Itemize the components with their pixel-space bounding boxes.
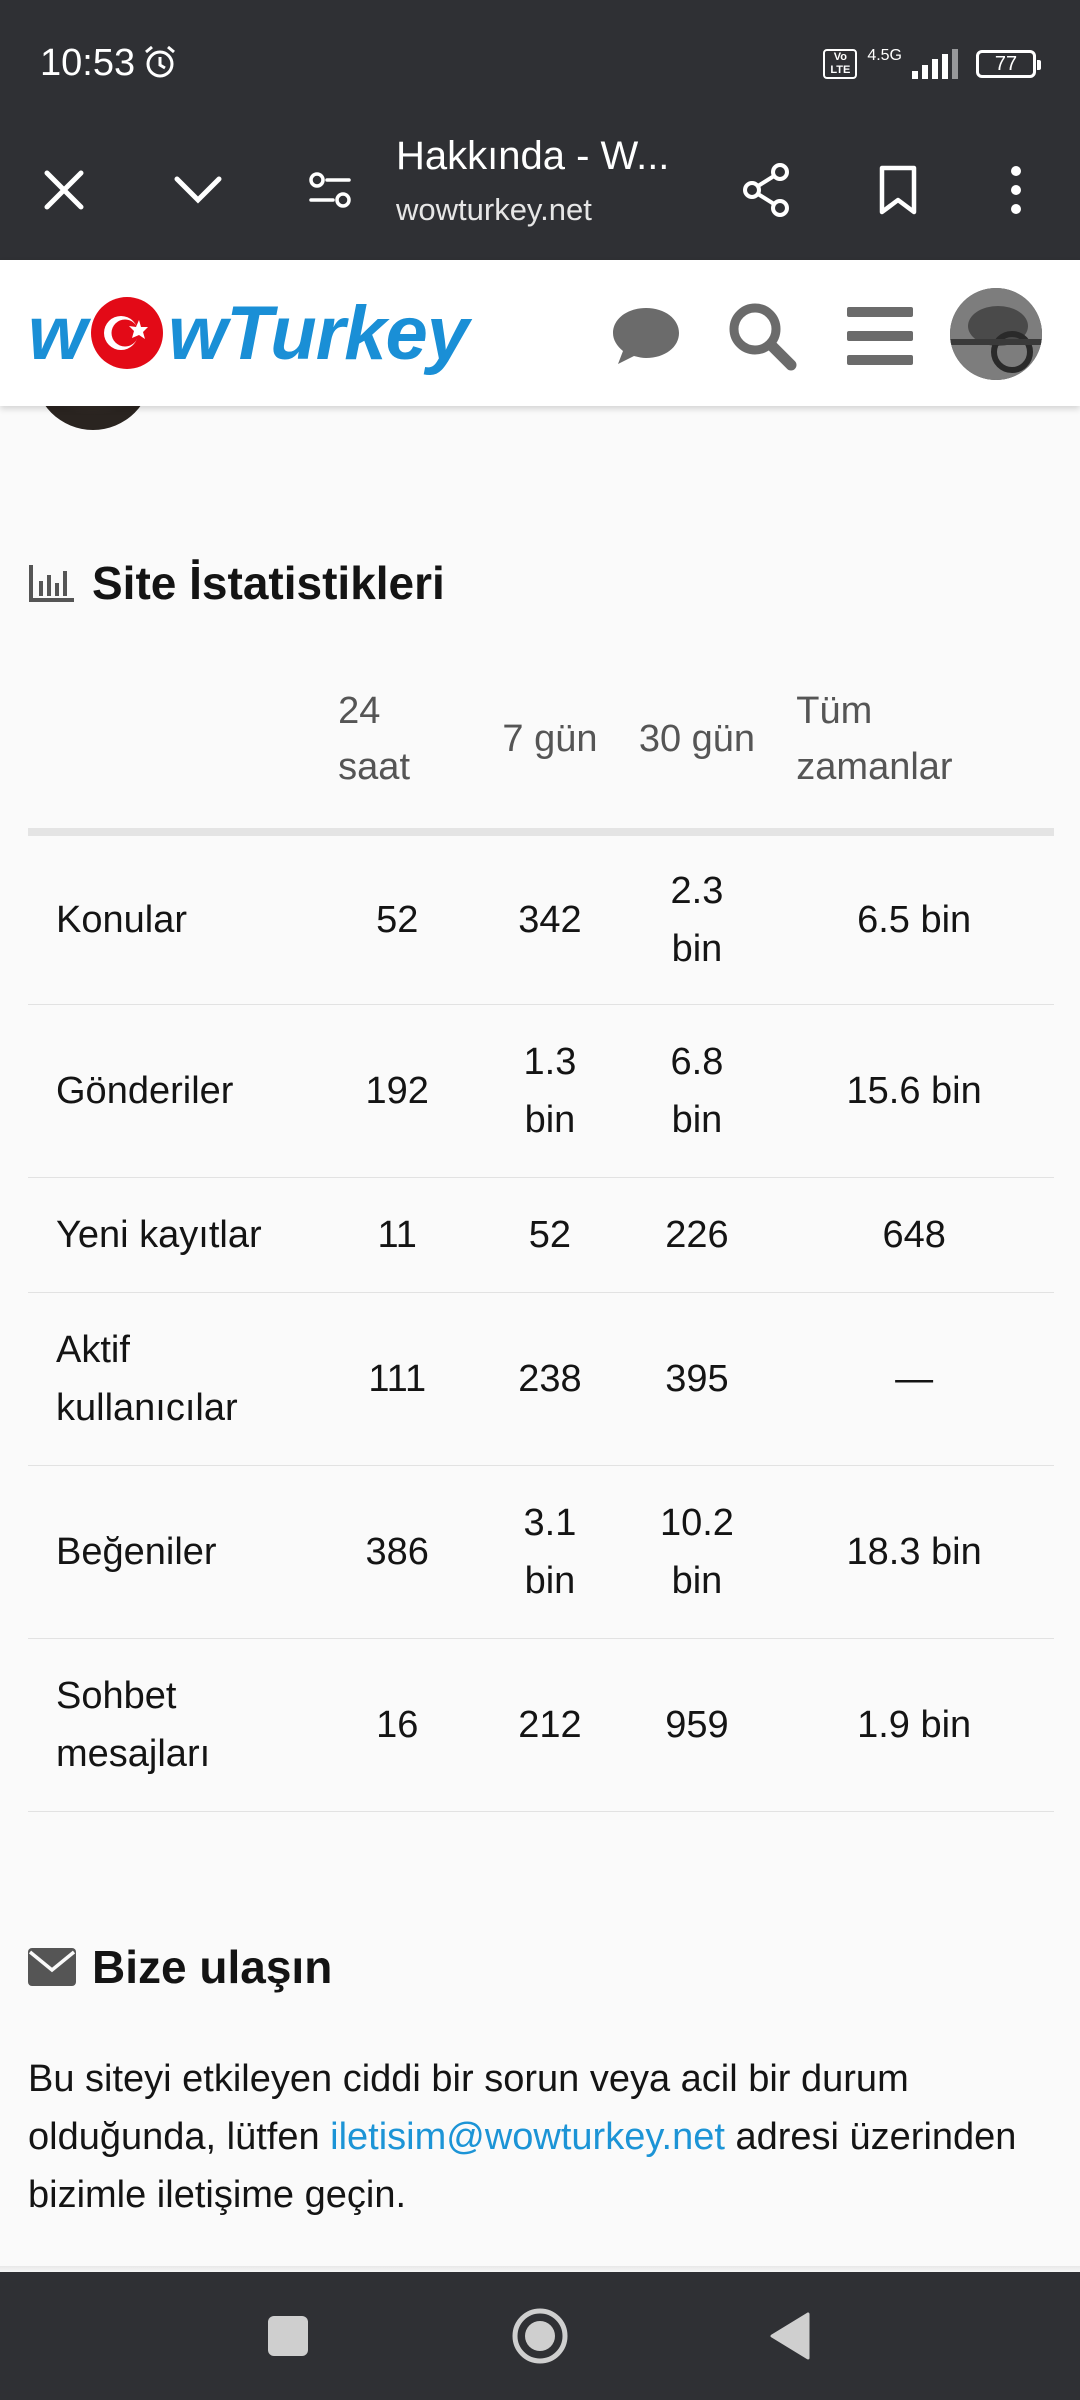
table-row: Gönderiler 192 1.3 bin 6.8 bin 15.6 bin — [28, 1004, 1054, 1178]
alarm-icon — [145, 45, 175, 78]
site-settings-button[interactable] — [290, 150, 370, 230]
row-label: Yeni kayıtlar — [28, 1177, 315, 1293]
row-label: Konular — [28, 832, 315, 1005]
cell-24h: 192 — [314, 1004, 481, 1178]
bookmark-icon — [879, 165, 917, 215]
circle-home-icon — [512, 2308, 568, 2364]
chat-button[interactable] — [606, 296, 686, 376]
home-button[interactable] — [500, 2296, 580, 2376]
cell-all-time: 1.9 bin — [774, 1638, 1054, 1812]
cell-24h: 111 — [314, 1292, 481, 1466]
triangle-back-icon — [770, 2312, 810, 2360]
row-label: Aktif kullanıcılar — [28, 1292, 315, 1466]
row-label: Sohbet mesajları — [28, 1638, 315, 1812]
chevron-down-icon — [174, 176, 222, 204]
search-button[interactable] — [722, 296, 802, 376]
battery-icon: 77 — [976, 50, 1041, 78]
envelope-icon — [28, 1948, 76, 1986]
status-bar: 10:53 Vo LTE 4.5G 77 — [0, 0, 1080, 120]
site-logo[interactable]: w wTurkey — [28, 288, 469, 378]
close-tab-button[interactable] — [24, 150, 104, 230]
turkish-flag-icon — [91, 297, 164, 369]
header-7d: 7 gün — [480, 650, 620, 836]
hamburger-menu-icon — [847, 307, 913, 365]
cell-30d: 959 — [619, 1638, 775, 1812]
header-24h: 24 saat — [314, 650, 481, 836]
signal-icon — [912, 49, 958, 79]
contact-paragraph: Bu siteyi etkileyen ciddi bir sorun veya… — [28, 2050, 1048, 2224]
network-type: 4.5G — [867, 47, 902, 64]
cell-all-time: — — [774, 1292, 1054, 1466]
cell-24h: 386 — [314, 1465, 481, 1639]
contact-heading-text: Bize ulaşın — [92, 1941, 333, 1993]
cell-all-time: 6.5 bin — [774, 832, 1054, 1005]
cell-24h: 11 — [314, 1177, 481, 1293]
cell-all-time: 648 — [774, 1177, 1054, 1293]
stats-heading: Site İstatistikleri — [28, 556, 445, 610]
search-icon — [729, 303, 797, 371]
table-row: Konular 52 342 2.3 bin 6.5 bin — [28, 832, 1054, 1005]
minimize-button[interactable] — [158, 150, 238, 230]
header-empty — [28, 650, 315, 836]
table-row: Aktif kullanıcılar 111 238 395 — — [28, 1292, 1054, 1466]
cell-30d: 10.2 bin — [619, 1465, 775, 1639]
battery-level: 77 — [994, 53, 1018, 75]
share-button[interactable] — [726, 150, 806, 230]
chat-bubble-icon — [613, 308, 679, 364]
site-header: w wTurkey — [0, 260, 1080, 406]
browser-toolbar: Hakkında - W... wowturkey.net — [0, 120, 1080, 260]
avatar-image-icon — [950, 288, 1042, 380]
cell-7d: 1.3 bin — [480, 1004, 620, 1178]
cell-30d: 6.8 bin — [619, 1004, 775, 1178]
contact-heading: Bize ulaşın — [28, 1940, 332, 1994]
logo-text-left: w — [28, 290, 87, 376]
cell-7d: 3.1 bin — [480, 1465, 620, 1639]
square-icon — [268, 2316, 308, 2356]
chart-bar-icon — [29, 565, 74, 602]
cell-all-time: 18.3 bin — [774, 1465, 1054, 1639]
header-30d: 30 gün — [619, 650, 775, 836]
cell-7d: 52 — [480, 1177, 620, 1293]
system-nav-bar — [0, 2272, 1080, 2400]
cell-7d: 238 — [480, 1292, 620, 1466]
user-avatar[interactable] — [950, 288, 1042, 380]
share-icon — [743, 163, 789, 217]
stats-heading-text: Site İstatistikleri — [92, 557, 445, 609]
page-title[interactable]: Hakkında - W... — [396, 134, 696, 179]
row-label: Beğeniler — [28, 1465, 315, 1639]
recents-button[interactable] — [248, 2296, 328, 2376]
header-all-time: Tüm zamanlar — [774, 650, 1054, 836]
cell-24h: 16 — [314, 1638, 481, 1812]
menu-button[interactable] — [840, 296, 920, 376]
table-row: Beğeniler 386 3.1 bin 10.2 bin 18.3 bin — [28, 1465, 1054, 1639]
back-button[interactable] — [750, 2296, 830, 2376]
cell-30d: 2.3 bin — [619, 832, 775, 1005]
table-row: Yeni kayıtlar 11 52 226 648 — [28, 1177, 1054, 1293]
cell-7d: 342 — [480, 832, 620, 1005]
row-label: Gönderiler — [28, 1004, 315, 1178]
more-options-button[interactable] — [976, 150, 1056, 230]
status-indicators: Vo LTE 4.5G 77 — [823, 44, 1041, 84]
table-row: Sohbet mesajları 16 212 959 1.9 bin — [28, 1638, 1054, 1812]
more-vert-icon — [1011, 166, 1021, 214]
bookmark-button[interactable] — [858, 150, 938, 230]
cell-7d: 212 — [480, 1638, 620, 1812]
cell-all-time: 15.6 bin — [774, 1004, 1054, 1178]
url-host[interactable]: wowturkey.net — [396, 192, 592, 228]
email-link[interactable]: iletisim@wowturkey.net — [330, 2116, 725, 2158]
close-icon — [44, 170, 84, 210]
logo-text-right: wTurkey — [168, 290, 469, 376]
tune-icon — [309, 172, 351, 208]
cell-30d: 395 — [619, 1292, 775, 1466]
stats-header-row: 24 saat 7 gün 30 gün Tüm zamanlar — [28, 650, 1054, 836]
cell-24h: 52 — [314, 832, 481, 1005]
volte-icon: Vo LTE — [823, 49, 858, 79]
site-stats-table: 24 saat 7 gün 30 gün Tüm zamanlar Konula… — [28, 650, 1054, 1812]
status-time: 10:53 — [40, 42, 136, 84]
cell-30d: 226 — [619, 1177, 775, 1293]
